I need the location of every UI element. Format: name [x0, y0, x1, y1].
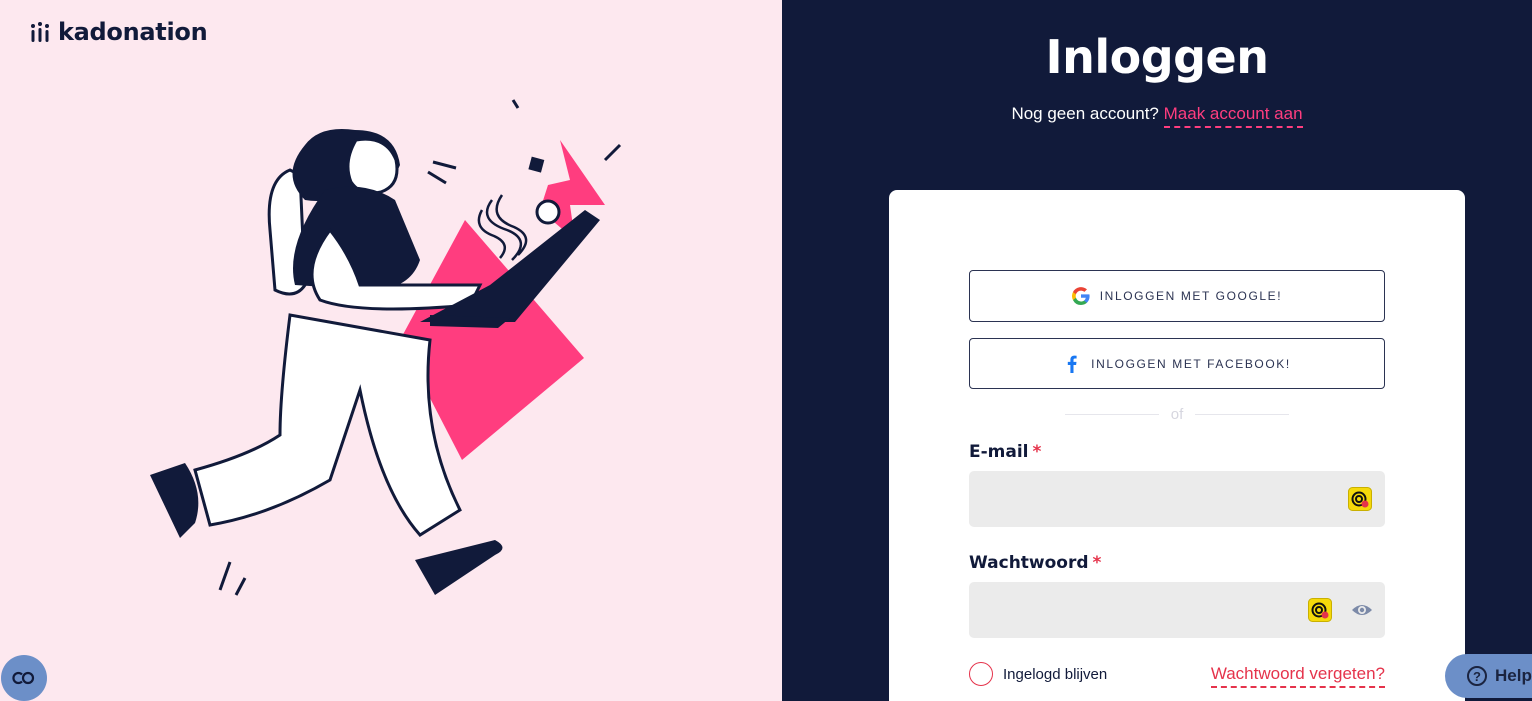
remember-me-toggle[interactable]	[969, 662, 993, 686]
no-account-text: Nog geen account?	[1011, 104, 1159, 123]
email-label-text: E-mail	[969, 442, 1029, 462]
password-field[interactable]	[969, 582, 1385, 638]
remember-me-label: Ingelogd blijven	[1003, 665, 1108, 683]
divider-line	[1195, 414, 1290, 415]
signup-prompt: Nog geen account? Maak account aan	[782, 104, 1532, 128]
facebook-login-button[interactable]: INLOGGEN MET FACEBOOK!	[969, 338, 1385, 389]
facebook-icon	[1063, 355, 1081, 373]
or-divider: of	[1065, 406, 1290, 423]
help-label: Help	[1495, 666, 1532, 685]
forgot-password-link[interactable]: Wachtwoord vergeten?	[1210, 664, 1385, 688]
password-manager-icon[interactable]	[1348, 487, 1372, 511]
page-title: Inloggen	[1045, 30, 1269, 84]
create-account-link[interactable]: Maak account aan	[1163, 104, 1303, 128]
password-label-text: Wachtwoord	[969, 553, 1089, 573]
remember-me-checkbox[interactable]: Ingelogd blijven	[969, 662, 1107, 686]
facebook-login-label: INLOGGEN MET FACEBOOK!	[1091, 356, 1291, 371]
cookie-consent-icon	[12, 671, 35, 685]
hero-illustration	[150, 99, 622, 596]
help-button[interactable]: ? Help	[1445, 654, 1532, 698]
login-card: INLOGGEN MET GOOGLE! INLOGGEN MET FACEBO…	[889, 190, 1465, 701]
google-login-label: INLOGGEN MET GOOGLE!	[1099, 289, 1283, 303]
password-manager-icon[interactable]	[1308, 598, 1332, 622]
login-panel: Inloggen Nog geen account? Maak account …	[782, 0, 1532, 701]
required-marker: *	[1092, 553, 1102, 573]
brand-logo[interactable]: kadonation	[30, 18, 208, 46]
cookie-consent-button[interactable]	[1, 655, 47, 701]
google-icon	[1071, 287, 1090, 305]
required-marker: *	[1032, 442, 1042, 462]
help-icon: ?	[1467, 666, 1487, 686]
eye-icon[interactable]	[1351, 600, 1373, 620]
email-field[interactable]	[969, 471, 1385, 527]
divider-line	[1065, 414, 1159, 415]
hero-panel: kadonation	[0, 0, 782, 701]
brand-name: kadonation	[58, 18, 208, 46]
password-label: Wachtwoord *	[969, 553, 1101, 573]
kadonation-logo-icon	[31, 22, 49, 42]
google-login-button[interactable]: INLOGGEN MET GOOGLE!	[969, 270, 1385, 322]
divider-text: of	[1170, 406, 1184, 423]
email-label: E-mail *	[969, 442, 1041, 462]
email-input[interactable]	[969, 471, 1385, 527]
